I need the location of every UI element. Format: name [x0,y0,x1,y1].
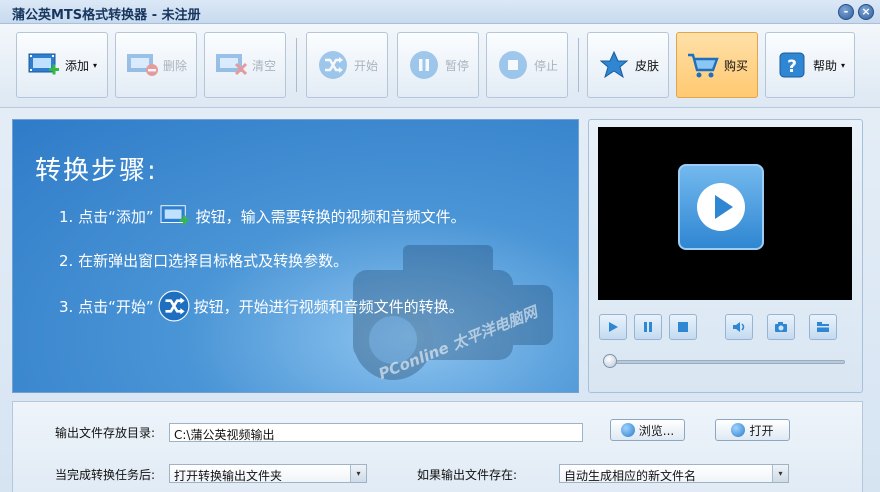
volume-button[interactable] [725,314,753,340]
browse-label: 浏览... [638,423,675,438]
star-icon [597,50,631,80]
output-settings-panel: 输出文件存放目录: C:\蒲公英视频输出 浏览... 打开 当完成转换任务后: … [12,401,863,492]
step1-text-b: 按钮，输入需要转换的视频和音频文件。 [195,207,466,226]
close-button[interactable]: × [858,4,874,20]
folder-icon [817,322,829,332]
open-icon [731,423,746,437]
skin-button[interactable]: 皮肤 [587,32,669,98]
shuffle-icon [316,50,350,80]
stop-playback-button[interactable] [669,314,697,340]
toolbar-divider [296,38,297,92]
big-play-icon[interactable] [678,164,764,250]
film-clear-icon [214,50,248,80]
skin-label: 皮肤 [634,58,659,73]
snapshot-button[interactable] [767,314,795,340]
toolbar-divider [578,38,579,92]
film-add-icon [27,50,61,80]
browse-button[interactable]: 浏览... [610,419,685,441]
buy-label: 购买 [723,58,748,73]
minimize-button[interactable]: - [838,4,854,20]
step3-text-b: 按钮，开始进行视频和音频文件的转换。 [193,297,464,316]
film-remove-icon [125,50,159,80]
chevron-down-icon: ▾ [772,465,788,482]
buy-button[interactable]: 购买 [676,32,758,98]
step3-text-a: 3. 点击“开始” [59,297,154,316]
pause-label: 暂停 [444,58,469,73]
chevron-down-icon: ▾ [93,60,98,70]
clear-label: 清空 [251,58,276,73]
if-exists-select[interactable]: 自动生成相应的新文件名 ▾ [559,464,789,483]
pause-button[interactable]: 暂停 [397,32,479,98]
delete-label: 删除 [162,58,187,73]
pause-playback-button[interactable] [634,314,662,340]
guide-step-2: 2. 在新弹出窗口选择目标格式及转换参数。 [59,250,348,271]
chevron-down-icon: ▾ [350,465,366,482]
window-title: 蒲公英MTS格式转换器 - 未注册 [12,8,201,23]
guide-heading: 转换步骤: [35,156,158,186]
step2-text: 2. 在新弹出窗口选择目标格式及转换参数。 [59,252,349,270]
stop-icon [678,322,688,332]
preview-player [588,119,863,393]
add-label: 添加 [64,58,89,73]
help-label: 帮助 [812,58,837,73]
film-add-icon [160,205,189,225]
after-task-label: 当完成转换任务后: [55,468,156,482]
conversion-guide-panel: 转换步骤: 1. 点击“添加” 按钮，输入需要转换的视频和音频文件。 2. 在新… [12,119,579,393]
output-dir-field[interactable]: C:\蒲公英视频输出 [169,423,583,442]
start-button[interactable]: 开始 [306,32,388,98]
shuffle-icon [158,290,190,322]
shopping-cart-icon [686,50,720,80]
after-task-value: 打开转换输出文件夹 [174,469,283,483]
if-exists-value: 自动生成相应的新文件名 [564,469,697,483]
add-button[interactable]: 添加 ▾ [16,32,108,98]
open-button[interactable]: 打开 [715,419,790,441]
guide-step-3: 3. 点击“开始” 按钮，开始进行视频和音频文件的转换。 [59,290,464,322]
svg-text:?: ? [787,57,797,77]
clear-button[interactable]: 清空 [204,32,286,98]
pause-icon [644,322,652,332]
after-task-select[interactable]: 打开转换输出文件夹 ▾ [169,464,367,483]
open-folder-button[interactable] [809,314,837,340]
play-button[interactable] [599,314,627,340]
open-label: 打开 [749,423,774,438]
help-icon: ? [775,50,809,80]
title-bar: 蒲公英MTS格式转换器 - 未注册 - × [0,0,880,24]
step1-text-a: 1. 点击“添加” [59,207,154,226]
progress-slider-track[interactable] [603,360,845,364]
progress-slider-knob[interactable] [603,354,617,368]
chevron-down-icon: ▾ [841,60,846,70]
stop-label: 停止 [533,58,558,73]
output-dir-label: 输出文件存放目录: [55,426,156,440]
toolbar: 添加 ▾ 删除 清空 开始 暂停 停止 皮肤 购买 ? 帮助 ▾ [0,24,880,108]
play-icon [609,322,618,332]
guide-step-1: 1. 点击“添加” 按钮，输入需要转换的视频和音频文件。 [59,202,466,230]
browse-icon [620,423,635,437]
camera-icon [775,322,787,332]
help-button[interactable]: ? 帮助 ▾ [765,32,855,98]
speaker-icon [733,322,745,332]
video-screen [598,127,852,300]
start-label: 开始 [353,58,378,73]
stop-icon [496,50,530,80]
pause-icon [407,50,441,80]
delete-button[interactable]: 删除 [115,32,197,98]
if-exists-label: 如果输出文件存在: [417,468,518,482]
stop-button[interactable]: 停止 [486,32,568,98]
